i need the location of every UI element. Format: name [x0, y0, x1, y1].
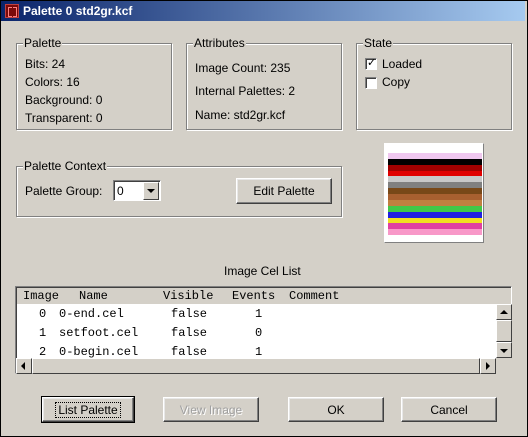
app-icon[interactable]	[5, 4, 19, 18]
palette-swatch	[384, 143, 484, 243]
title-bar[interactable]: Palette 0 std2gr.kcf	[1, 1, 525, 21]
state-legend: State	[363, 36, 394, 50]
checkmark-icon: ✓	[367, 57, 377, 69]
scroll-left-button[interactable]	[16, 358, 32, 374]
horizontal-scrollbar[interactable]	[16, 358, 496, 374]
image-count-value: Image Count: 235	[195, 61, 291, 75]
chevron-down-icon	[147, 189, 155, 193]
state-group: State	[356, 36, 512, 130]
palette-group-label: Palette Group:	[25, 184, 103, 198]
name-value: Name: std2gr.kcf	[195, 108, 286, 122]
cel-list-title: Image Cel List	[224, 264, 301, 278]
scroll-right-button[interactable]	[480, 358, 496, 374]
attributes-legend: Attributes	[193, 36, 246, 50]
background-value: Background: 0	[25, 93, 103, 107]
header-name[interactable]: Name	[79, 289, 108, 303]
edit-palette-button[interactable]: Edit Palette	[236, 178, 332, 204]
cell-name: 0-end.cel	[59, 307, 124, 321]
list-palette-button[interactable]: List Palette	[41, 396, 135, 423]
header-visible[interactable]: Visible	[163, 289, 213, 303]
copy-checkbox[interactable]	[365, 77, 377, 89]
scroll-corner	[496, 358, 512, 374]
arrow-up-icon	[500, 310, 508, 314]
cell-visible: false	[171, 345, 208, 359]
transparent-value: Transparent: 0	[25, 111, 103, 125]
window-title: Palette 0 std2gr.kcf	[23, 4, 133, 18]
internal-palettes-value: Internal Palettes: 2	[195, 84, 296, 98]
palette-legend: Palette	[23, 36, 63, 50]
cell-visible: false	[171, 326, 208, 340]
cell-image: 1	[39, 326, 47, 340]
cell-events: 1	[255, 345, 263, 359]
cell-image: 0	[39, 307, 47, 321]
palette-color-swatch	[388, 235, 482, 242]
dropdown-button[interactable]	[143, 182, 159, 200]
header-events[interactable]: Events	[232, 289, 275, 303]
palette-group-value: 0	[117, 184, 124, 198]
colors-value: Colors: 16	[25, 75, 80, 89]
arrow-right-icon	[486, 362, 490, 370]
palette-context-legend: Palette Context	[23, 159, 108, 173]
horizontal-scroll-thumb[interactable]	[32, 358, 480, 374]
cancel-button[interactable]: Cancel	[401, 397, 497, 422]
cell-image: 2	[39, 345, 47, 359]
arrow-down-icon	[500, 349, 508, 353]
cell-name: setfoot.cel	[59, 326, 139, 340]
cell-events: 0	[255, 326, 263, 340]
cell-name: 0-begin.cel	[59, 345, 139, 359]
loaded-checkbox[interactable]: ✓	[365, 57, 377, 70]
loaded-label[interactable]: Loaded	[382, 57, 422, 71]
ok-button[interactable]: OK	[288, 397, 384, 422]
header-image[interactable]: Image	[23, 289, 59, 303]
scroll-up-button[interactable]	[496, 304, 512, 320]
copy-label[interactable]: Copy	[382, 75, 410, 89]
bits-value: Bits: 24	[25, 57, 66, 71]
header-comment[interactable]: Comment	[289, 289, 339, 303]
cell-events: 1	[255, 307, 263, 321]
arrow-left-icon	[21, 362, 25, 370]
palette-group-select[interactable]: 0	[113, 180, 161, 201]
cell-visible: false	[171, 307, 208, 321]
vertical-scrollbar[interactable]	[496, 304, 512, 358]
vertical-scroll-thumb[interactable]	[496, 320, 512, 342]
view-image-button[interactable]: View Image	[163, 397, 259, 422]
scroll-down-button[interactable]	[496, 342, 512, 358]
